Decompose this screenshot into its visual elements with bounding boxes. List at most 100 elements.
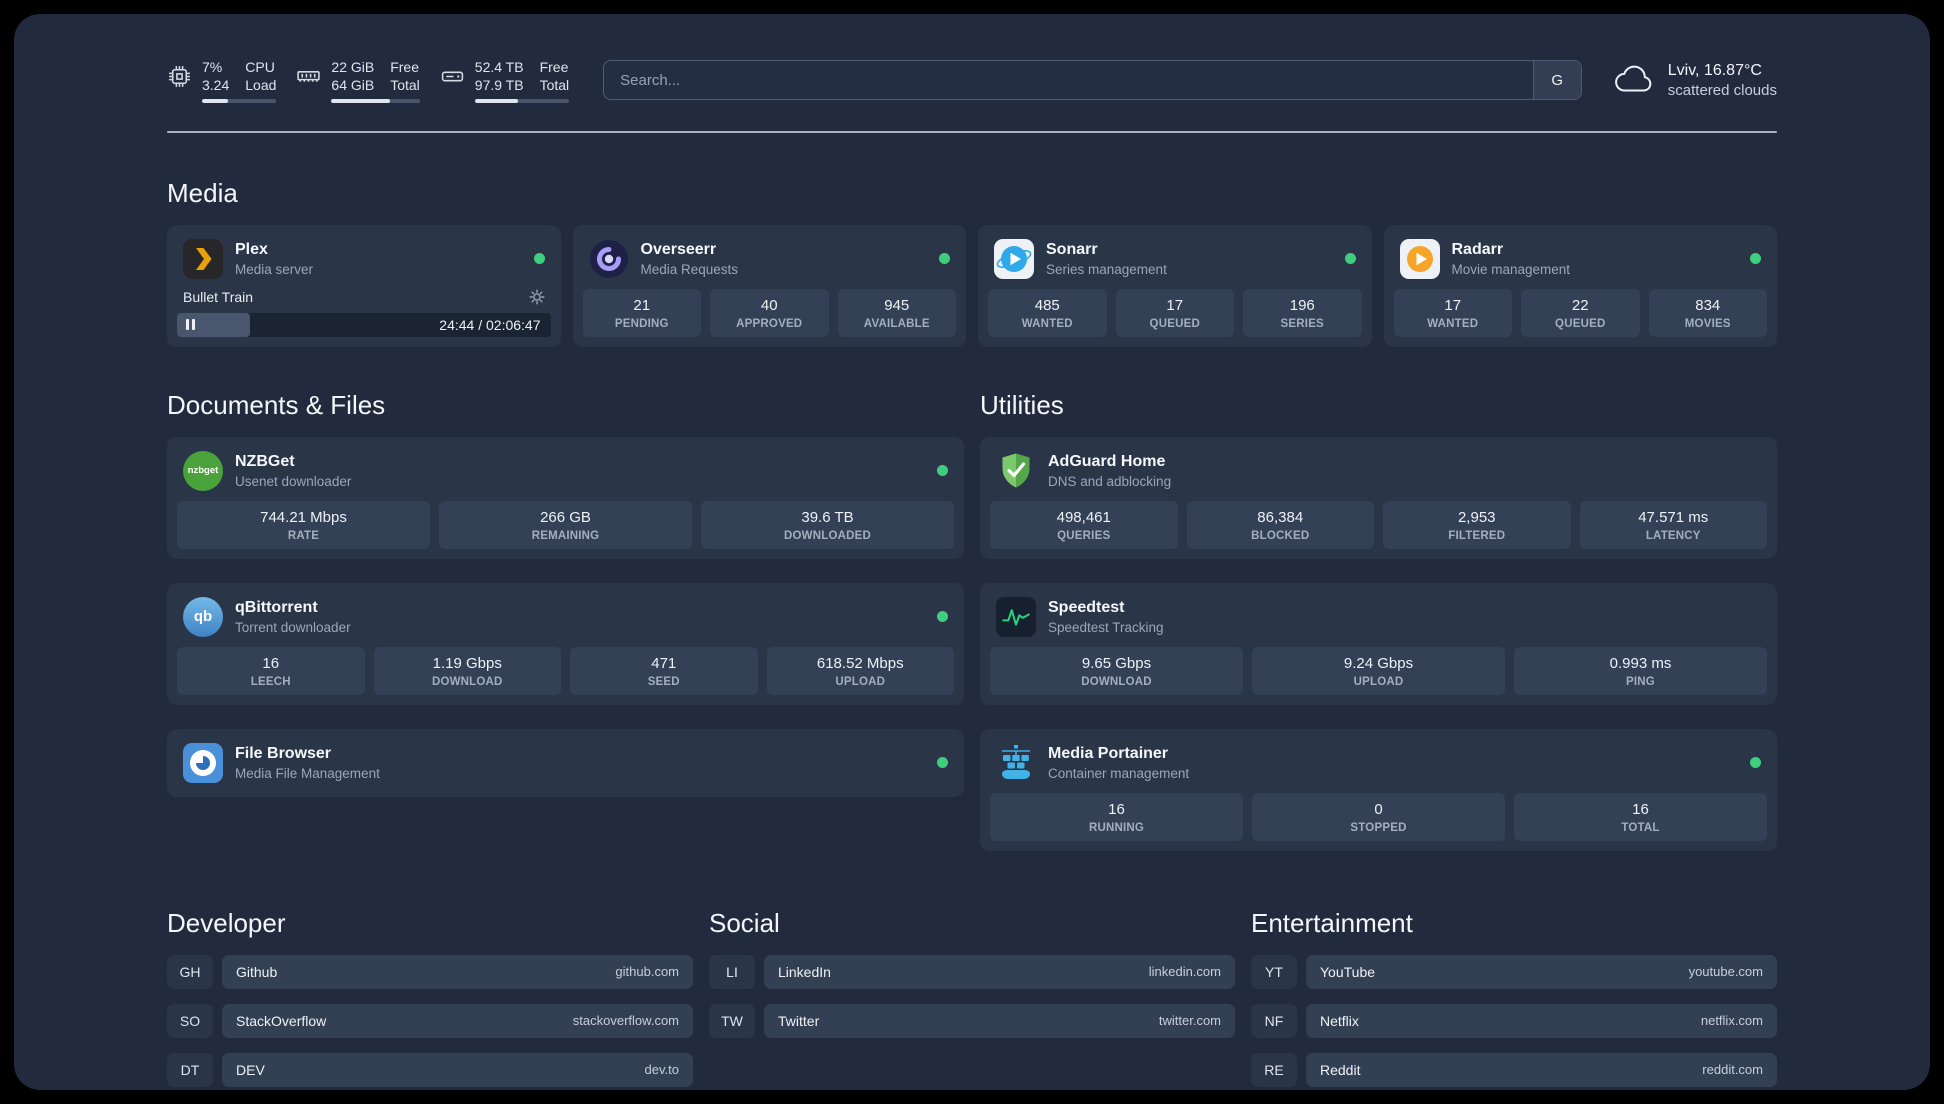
- status-dot: [533, 253, 545, 265]
- status-dot: [1750, 253, 1761, 265]
- bookmark-name: StackOverflow: [236, 1012, 327, 1029]
- service-card-speedtest[interactable]: Speedtest Speedtest Tracking 9.65 Gbps D…: [980, 582, 1777, 705]
- bookmarks-social: Social LI LinkedIn linkedin.com TW Twitt…: [709, 907, 1235, 1090]
- search-input[interactable]: [603, 60, 1582, 101]
- adguard-icon: [996, 451, 1036, 491]
- memory-usage-bar: [331, 98, 420, 103]
- bookmark-github[interactable]: GH Github github.com: [167, 954, 693, 989]
- stat-tile: 40 APPROVED: [710, 288, 829, 337]
- bookmark-abbr: GH: [167, 954, 213, 989]
- section-title-media: Media: [167, 177, 238, 208]
- bookmark-youtube[interactable]: YT YouTube youtube.com: [1251, 954, 1777, 989]
- bookmark-url: dev.to: [644, 1062, 679, 1078]
- bookmark-name: LinkedIn: [778, 963, 831, 980]
- stat-tile: 2,953 FILTERED: [1383, 500, 1571, 549]
- stat-tile: 16 TOTAL: [1514, 792, 1767, 841]
- service-description: Speedtest Tracking: [1048, 619, 1164, 635]
- service-card-plex[interactable]: Plex Media server Bullet Train 24:44 / 0…: [167, 224, 561, 347]
- gear-icon: [529, 289, 544, 305]
- section-title-documents: Documents & Files: [167, 389, 386, 420]
- bookmark-url: twitter.com: [1158, 1013, 1221, 1029]
- service-card-qbittorrent[interactable]: qb qBittorrent Torrent downloader 16 LEE…: [167, 582, 964, 705]
- service-description: Media server: [235, 261, 314, 277]
- stat-tile: 266 GB REMAINING: [439, 500, 692, 549]
- stat-tile: 47.571 ms LATENCY: [1579, 500, 1767, 549]
- stat-tile: 22 QUEUED: [1521, 288, 1640, 337]
- playback-time: 24:44 / 02:06:47: [439, 316, 541, 333]
- radarr-icon: [1399, 238, 1440, 279]
- stat-tile: 618.52 Mbps UPLOAD: [766, 646, 954, 695]
- stat-tile: 0 STOPPED: [1252, 792, 1505, 841]
- search-provider-button[interactable]: G: [1532, 61, 1581, 100]
- disk-free-value: 52.4 TB: [474, 59, 524, 75]
- screen: 7% 3.24 CPU Load 22 GiB 64 GiB Free Tota…: [0, 0, 1944, 1104]
- cpu-usage-percent: 7%: [202, 59, 223, 75]
- weather-condition: scattered clouds: [1667, 81, 1777, 99]
- bookmark-url: linkedin.com: [1148, 964, 1221, 980]
- disk-icon: [441, 71, 463, 82]
- service-card-filebrowser[interactable]: File Browser Media File Management: [167, 728, 964, 797]
- stat-tile: 21 PENDING: [582, 288, 701, 337]
- weather-widget: Lviv, 16.87°C scattered clouds: [1612, 62, 1777, 99]
- status-dot: [939, 253, 950, 265]
- disk-usage-bar: [474, 98, 570, 103]
- section-title-utilities: Utilities: [980, 389, 1064, 420]
- memory-usage-bar-fill: [331, 98, 390, 103]
- bookmark-name: Twitter: [778, 1012, 820, 1029]
- bookmark-name: Reddit: [1320, 1061, 1361, 1078]
- weather-location-temp: Lviv, 16.87°C: [1667, 61, 1762, 79]
- service-name: Media Portainer: [1048, 745, 1169, 763]
- service-card-overseerr[interactable]: Overseerr Media Requests 21 PENDING 40 A…: [572, 224, 966, 347]
- bookmark-abbr: TW: [709, 1003, 755, 1038]
- bookmark-linkedin[interactable]: LI LinkedIn linkedin.com: [709, 954, 1235, 989]
- memory-free-label: Free: [390, 59, 420, 75]
- section-utilities: Utilities AdGuard Home DNS and adblockin…: [980, 389, 1777, 851]
- disk-total-value: 97.9 TB: [474, 77, 524, 94]
- service-name: Sonarr: [1046, 241, 1098, 259]
- service-card-nzbget[interactable]: nzbget NZBGet Usenet downloader 744.21 M…: [167, 436, 964, 559]
- bookmark-url: reddit.com: [1702, 1062, 1763, 1078]
- service-card-sonarr[interactable]: Sonarr Series management 485 WANTED 17 Q…: [978, 224, 1372, 347]
- bookmark-abbr: NF: [1251, 1003, 1297, 1038]
- bookmark-twitter[interactable]: TW Twitter twitter.com: [709, 1003, 1235, 1038]
- service-name: Plex: [235, 241, 268, 259]
- bookmark-reddit[interactable]: RE Reddit reddit.com: [1251, 1052, 1777, 1087]
- service-card-adguard[interactable]: AdGuard Home DNS and adblocking 498,461 …: [980, 436, 1777, 559]
- stat-tile: 471 SEED: [570, 646, 758, 695]
- service-description: Media Requests: [640, 261, 739, 277]
- nzbget-icon: nzbget: [183, 450, 223, 491]
- stat-tile: 485 WANTED: [988, 288, 1107, 337]
- memory-total-value: 64 GiB: [331, 77, 375, 94]
- disk-total-label: Total: [539, 77, 570, 94]
- bookmark-stackoverflow[interactable]: SO StackOverflow stackoverflow.com: [167, 1003, 693, 1038]
- bookmarks-entertainment: Entertainment YT YouTube youtube.com NF …: [1251, 907, 1777, 1090]
- cpu-usage-bar: [202, 98, 277, 103]
- bookmark-url: netflix.com: [1700, 1013, 1763, 1029]
- resource-widget-memory: 22 GiB 64 GiB Free Total: [296, 58, 420, 103]
- stat-tile: 17 WANTED: [1393, 288, 1512, 337]
- bookmark-url: github.com: [615, 964, 679, 980]
- top-bar: 7% 3.24 CPU Load 22 GiB 64 GiB Free Tota…: [167, 58, 1777, 103]
- bookmark-abbr: LI: [709, 954, 755, 989]
- service-description: Usenet downloader: [235, 473, 352, 489]
- service-name: NZBGet: [235, 453, 295, 471]
- dashboard: 7% 3.24 CPU Load 22 GiB 64 GiB Free Tota…: [14, 14, 1930, 1090]
- memory-free-value: 22 GiB: [331, 59, 375, 75]
- bookmark-netflix[interactable]: NF Netflix netflix.com: [1251, 1003, 1777, 1038]
- bookmark-dev[interactable]: DT DEV dev.to: [167, 1052, 693, 1087]
- stat-tile: 498,461 QUERIES: [990, 500, 1178, 549]
- plex-settings-button[interactable]: [529, 289, 545, 305]
- service-description: Series management: [1046, 261, 1167, 277]
- section-title-developer: Developer: [167, 907, 286, 938]
- stat-tile: 16 RUNNING: [990, 792, 1243, 841]
- search-bar: G: [603, 60, 1582, 101]
- service-card-radarr[interactable]: Radarr Movie management 17 WANTED 22 QUE…: [1383, 224, 1777, 347]
- stat-tile: 9.65 Gbps DOWNLOAD: [990, 646, 1243, 695]
- status-dot: [1344, 253, 1356, 265]
- now-playing-title: Bullet Train: [183, 288, 254, 305]
- status-dot: [1750, 757, 1761, 769]
- resource-widget-disk: 52.4 TB 97.9 TB Free Total: [440, 58, 570, 103]
- service-card-portainer[interactable]: Media Portainer Container management 16 …: [980, 728, 1777, 851]
- section-media: Media Plex Media server Bullet Train 24:…: [167, 177, 1777, 347]
- cpu-load-label: Load: [245, 77, 277, 94]
